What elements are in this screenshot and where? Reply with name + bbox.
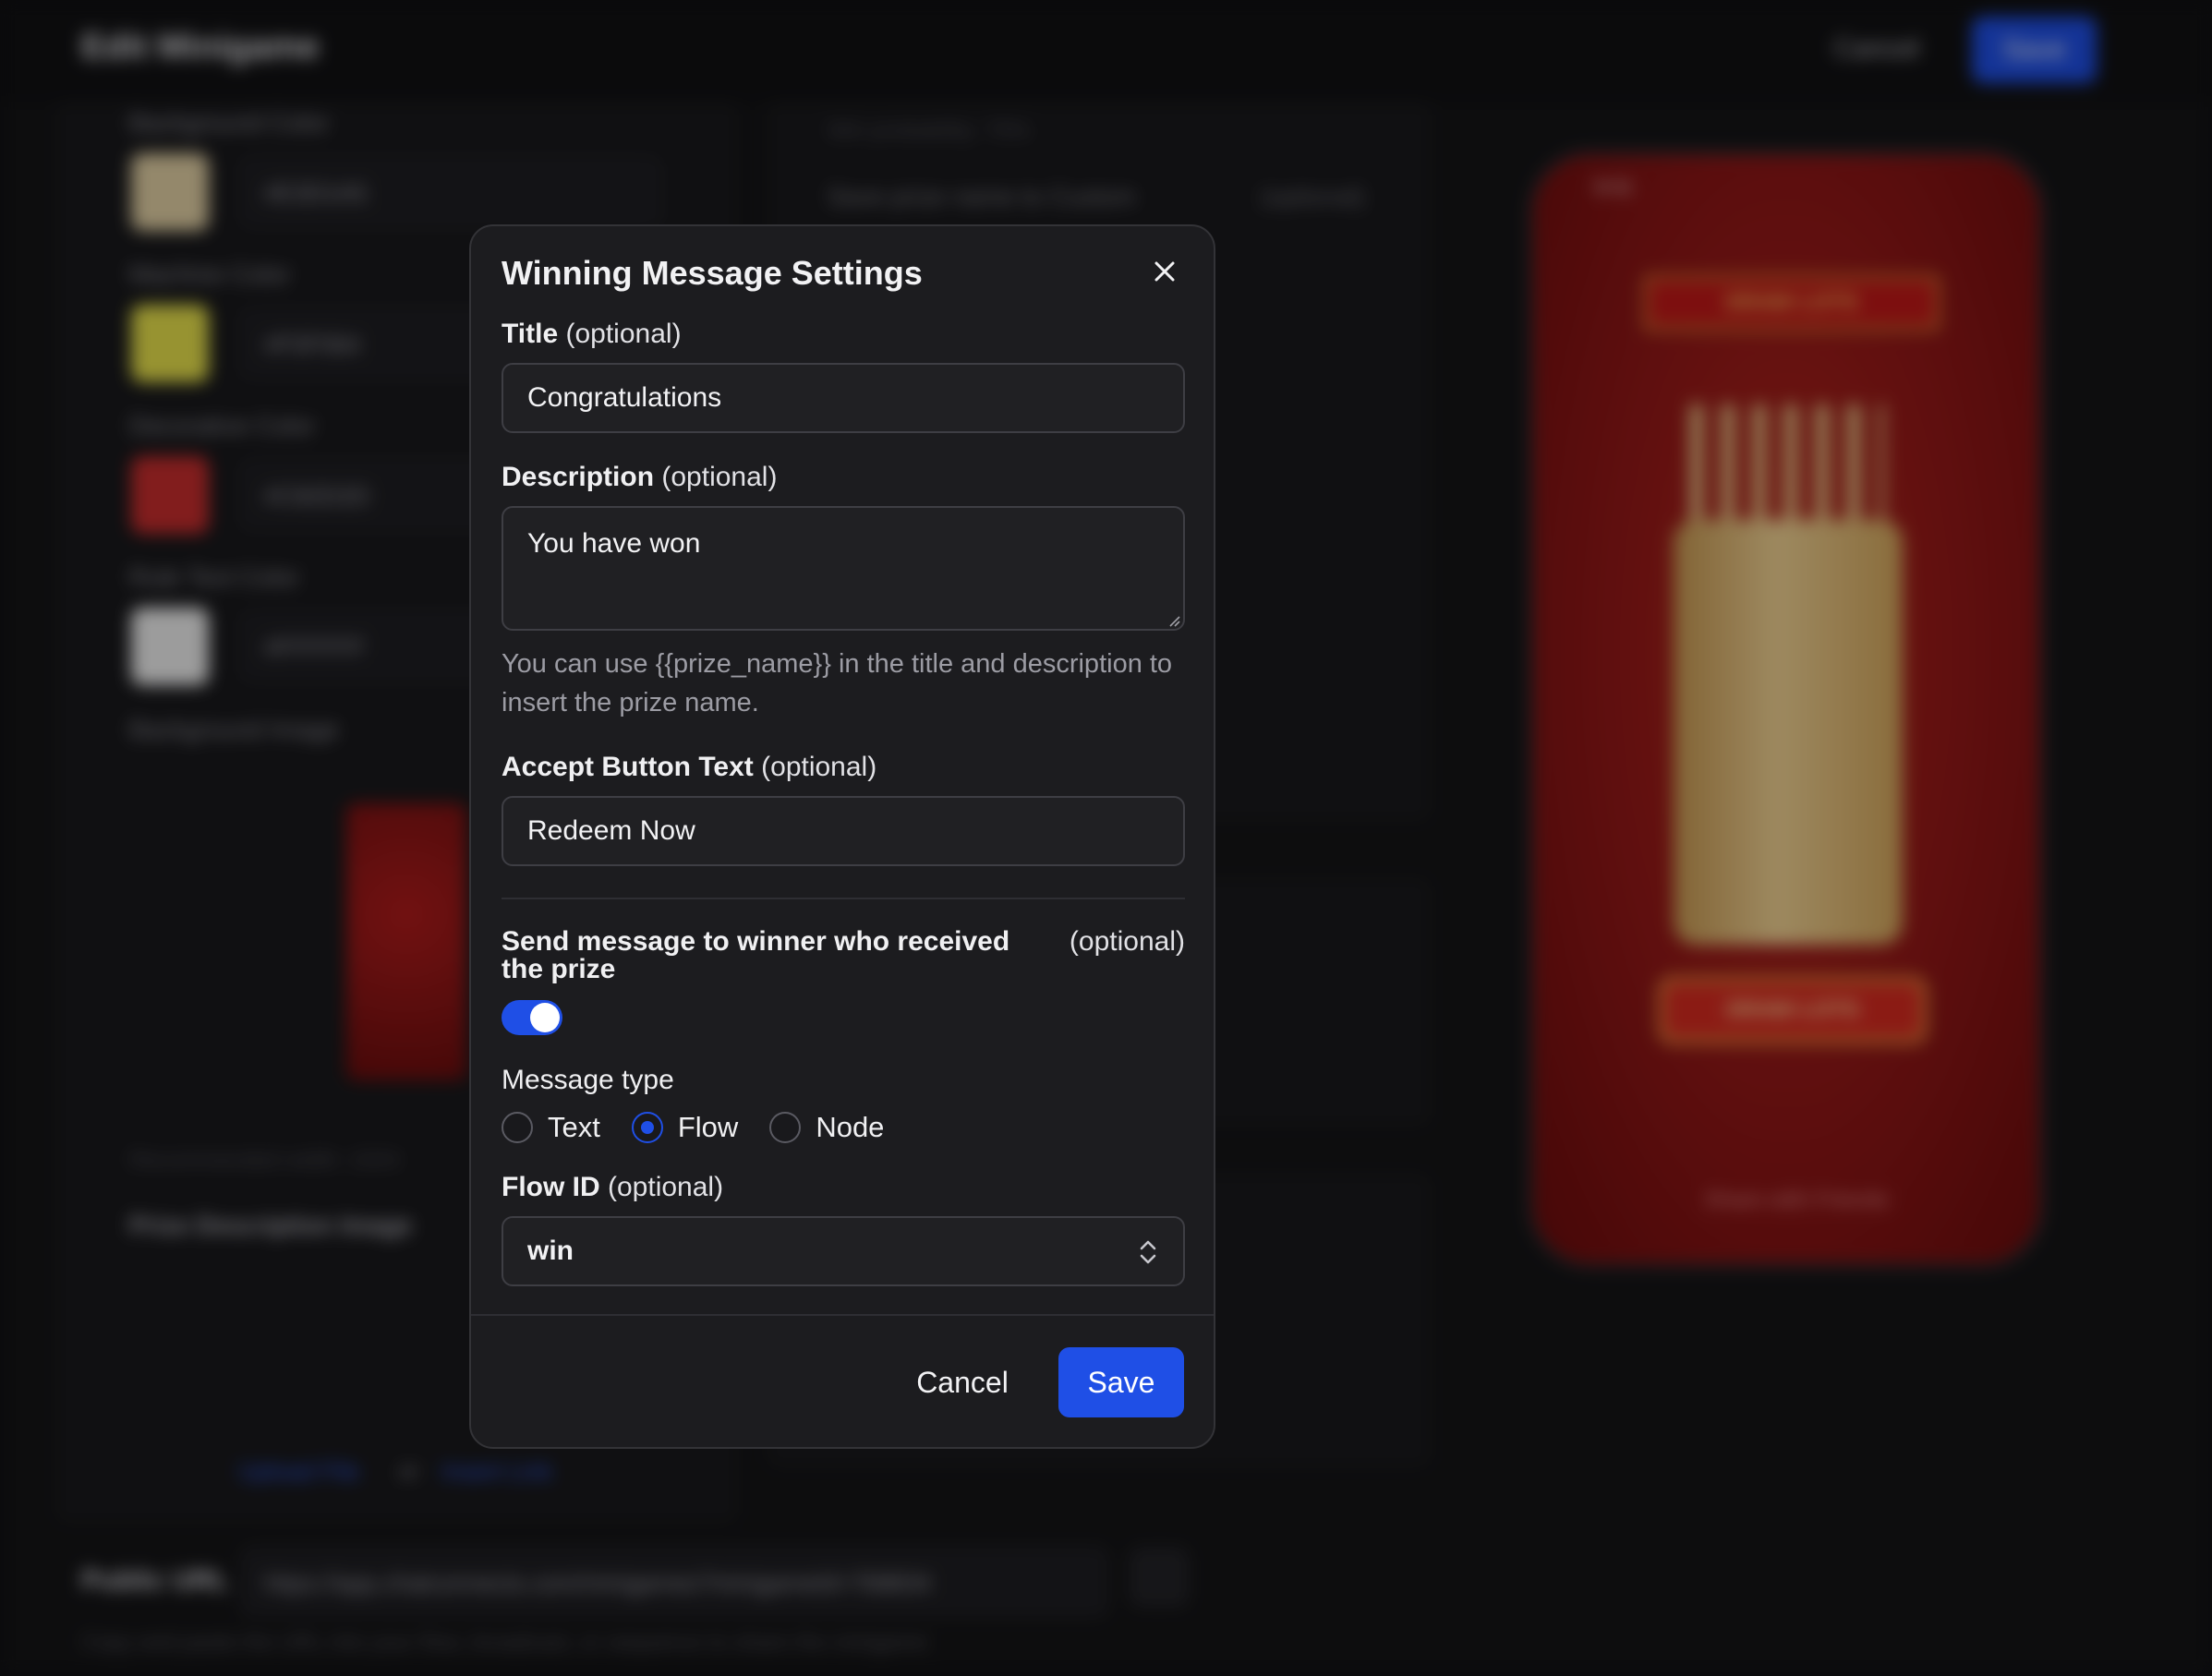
accept-label-text: Accept Button Text [502, 752, 754, 782]
send-message-label: Send message to winner who received the … [502, 928, 1185, 983]
message-type-label: Message type [502, 1065, 674, 1095]
radio-node-circle [769, 1112, 802, 1143]
description-optional-text: (optional) [661, 462, 778, 492]
radio-flow-label: Flow [677, 1111, 739, 1143]
section-divider [502, 898, 1185, 899]
resize-grip-icon[interactable] [1167, 614, 1180, 627]
winning-message-settings-dialog: Winning Message Settings Title (optional… [469, 224, 1215, 1449]
close-icon [1154, 261, 1175, 282]
description-label-text: Description [502, 462, 655, 492]
placeholder-help-text: You can use {{prize_name}} in the title … [502, 649, 1173, 717]
flow-id-optional-text: (optional) [608, 1172, 724, 1202]
title-label-text: Title [502, 319, 559, 349]
flow-id-label-text: Flow ID [502, 1172, 600, 1202]
radio-selected-dot [640, 1121, 654, 1134]
cancel-button[interactable]: Cancel [907, 1347, 1018, 1417]
send-message-text: Send message to winner who received the … [502, 926, 1010, 984]
radio-node[interactable]: Node [769, 1111, 884, 1144]
toggle-knob [530, 1003, 560, 1032]
save-button[interactable]: Save [1058, 1347, 1184, 1417]
radio-text[interactable]: Text [502, 1111, 600, 1144]
radio-text-label: Text [548, 1111, 600, 1143]
dialog-footer-divider [471, 1314, 1214, 1316]
description-wrapper: You have won [471, 506, 1214, 631]
chevron-up-down-icon [1140, 1240, 1156, 1264]
message-type-radio-group: Text Flow Node [502, 1109, 915, 1146]
title-optional-text: (optional) [565, 319, 682, 349]
radio-flow[interactable]: Flow [631, 1111, 739, 1144]
title-field-label: Title (optional) [502, 319, 682, 350]
dialog-title: Winning Message Settings [502, 254, 923, 292]
radio-node-label: Node [816, 1111, 885, 1143]
title-input[interactable] [502, 363, 1185, 433]
close-button[interactable] [1142, 248, 1188, 295]
accept-button-field-label: Accept Button Text (optional) [502, 752, 876, 783]
description-field-label: Description (optional) [502, 462, 777, 493]
radio-text-circle [502, 1112, 533, 1143]
flow-id-field-label: Flow ID (optional) [502, 1172, 723, 1203]
accept-button-text-input[interactable] [502, 796, 1185, 866]
flow-id-selected-value: win [527, 1236, 574, 1266]
send-message-toggle[interactable] [502, 1000, 562, 1035]
description-textarea[interactable]: You have won [502, 506, 1185, 631]
send-message-optional-text: (optional) [1069, 926, 1185, 957]
flow-id-select[interactable]: win [502, 1216, 1185, 1286]
radio-flow-circle [631, 1112, 663, 1143]
accept-optional-text: (optional) [761, 752, 877, 782]
